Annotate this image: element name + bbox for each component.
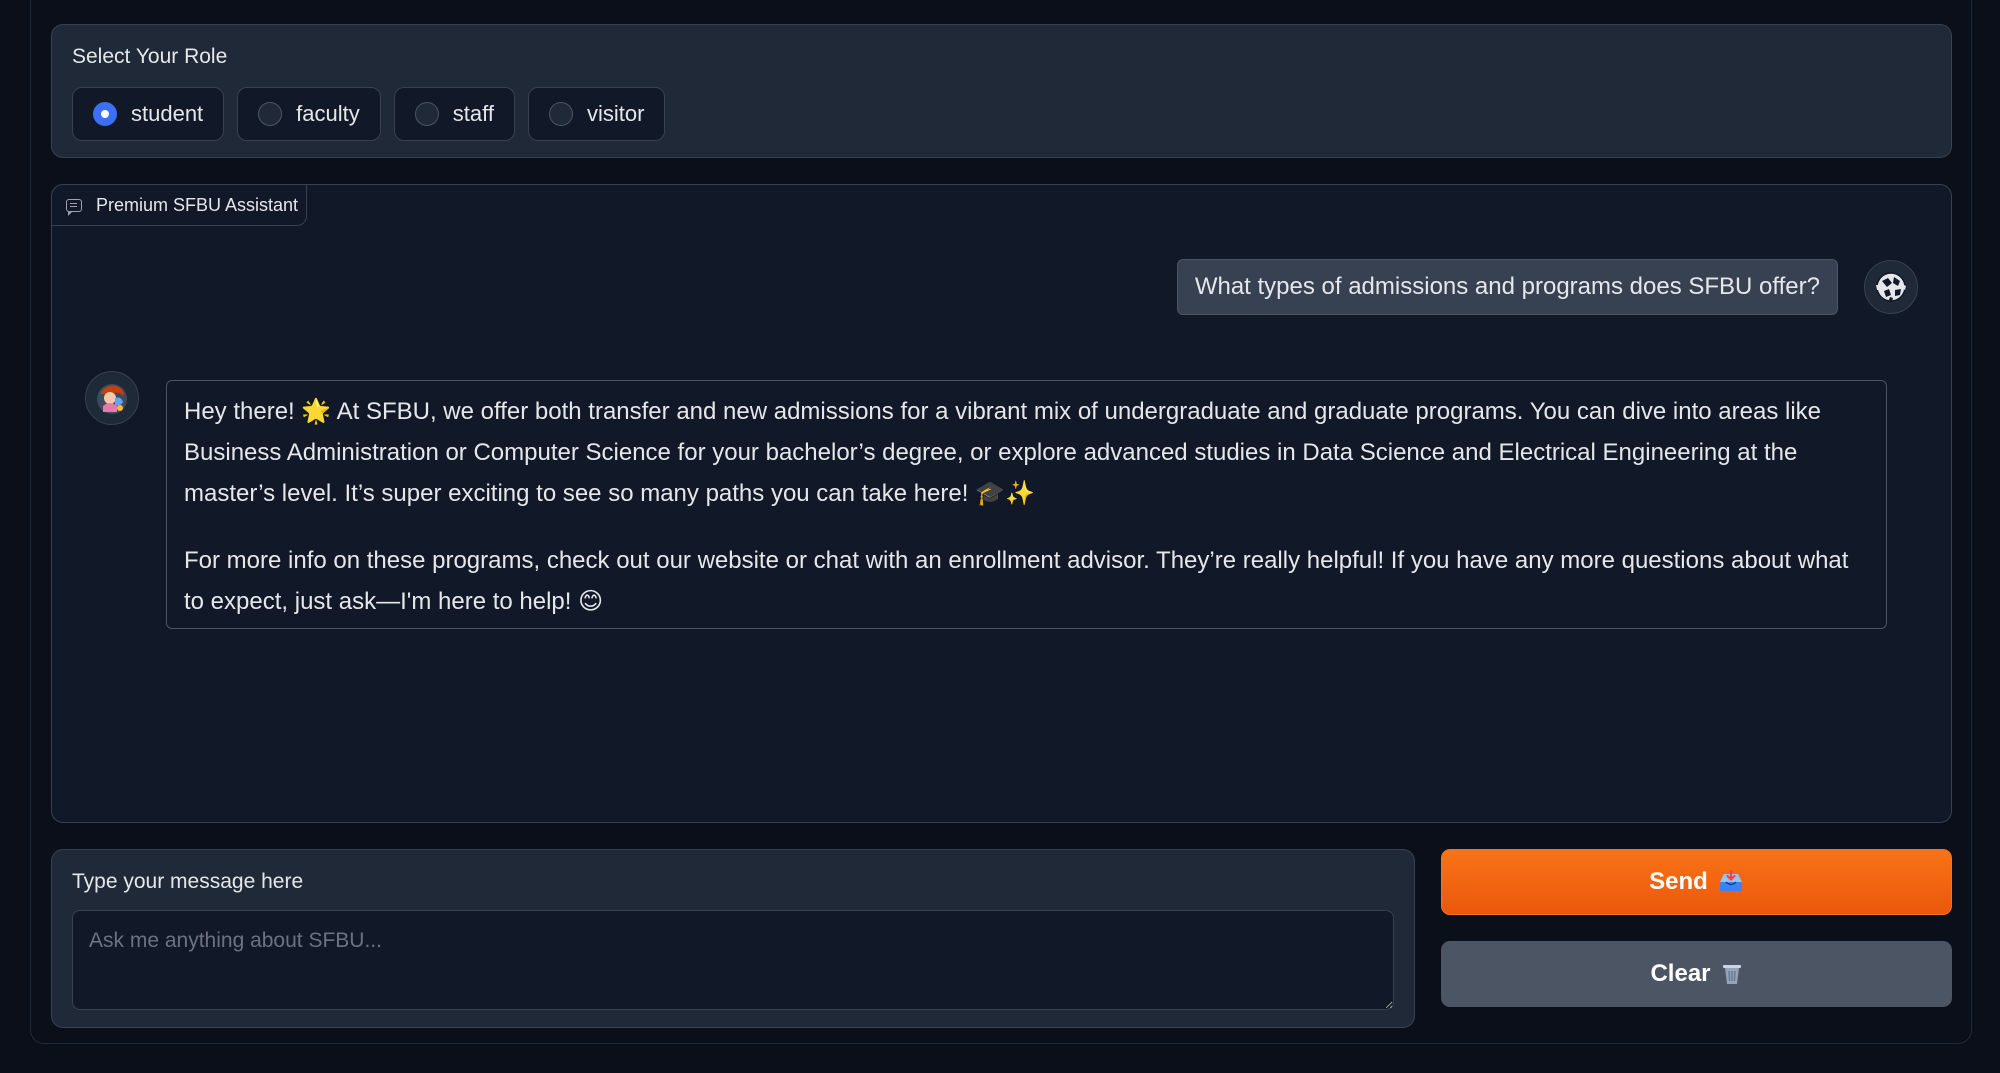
role-selector-panel: Select Your Role student faculty staff v… xyxy=(51,24,1952,158)
assistant-message-paragraph: Hey there! 🌟 At SFBU, we offer both tran… xyxy=(184,398,1822,507)
assistant-message-paragraph: For more info on these programs, check o… xyxy=(184,547,1849,615)
clear-button-label: Clear xyxy=(1650,960,1711,987)
message-input-label: Type your message here xyxy=(72,870,304,893)
role-option-visitor[interactable]: visitor xyxy=(527,87,666,141)
radio-visitor[interactable] xyxy=(548,102,573,126)
radio-student[interactable] xyxy=(93,102,117,126)
role-label-faculty: faculty xyxy=(296,101,360,126)
role-option-student[interactable]: student xyxy=(72,87,225,141)
role-label-student: student xyxy=(131,101,204,126)
chat-icon xyxy=(66,198,82,216)
message-input-panel: Type your message here xyxy=(51,849,1415,1028)
message-input[interactable] xyxy=(72,910,1394,1010)
user-avatar-image xyxy=(1866,262,1916,312)
assistant-avatar-image xyxy=(87,373,137,423)
role-option-staff[interactable]: staff xyxy=(393,87,515,141)
assistant-avatar xyxy=(85,371,139,425)
inbox-tray-icon xyxy=(1718,870,1744,894)
wastebasket-icon xyxy=(1721,962,1743,986)
user-avatar xyxy=(1864,260,1918,314)
role-radio-group: student faculty staff visitor xyxy=(72,87,666,141)
clear-button[interactable]: Clear xyxy=(1441,941,1952,1007)
chatbot-panel[interactable]: Premium SFBU Assistant What types of adm… xyxy=(51,184,1952,823)
radio-staff[interactable] xyxy=(414,102,439,126)
user-message-bubble: What types of admissions and programs do… xyxy=(1176,259,1838,315)
chatbot-label: Premium SFBU Assistant xyxy=(96,194,299,215)
assistant-message-bubble: Hey there! 🌟 At SFBU, we offer both tran… xyxy=(166,380,1887,629)
role-selector-title: Select Your Role xyxy=(72,45,228,68)
role-label-staff: staff xyxy=(452,101,494,126)
chatbot-label-tag: Premium SFBU Assistant xyxy=(51,184,307,226)
send-button-label: Send xyxy=(1649,868,1708,895)
role-label-visitor: visitor xyxy=(586,101,645,126)
send-button[interactable]: Send xyxy=(1441,849,1952,915)
role-option-faculty[interactable]: faculty xyxy=(237,87,381,141)
radio-faculty[interactable] xyxy=(258,102,283,126)
